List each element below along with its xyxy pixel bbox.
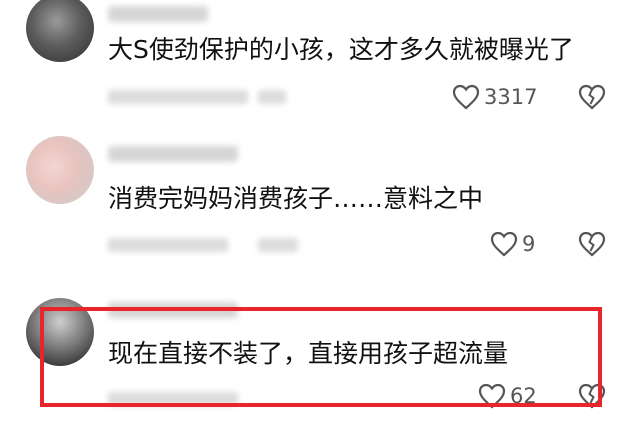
dislike-button[interactable] — [578, 84, 606, 110]
highlight-box — [40, 307, 602, 407]
like-count: 3317 — [484, 85, 538, 109]
comment-meta-redacted — [108, 238, 228, 252]
comment-text: 大S使劲保护的小孩，这才多久就被曝光了 — [108, 35, 574, 64]
username-redacted — [108, 146, 238, 162]
comment-meta-redacted — [108, 90, 248, 104]
comment-text: 消费完妈妈消费孩子……意料之中 — [108, 184, 484, 213]
heart-outline-icon — [452, 84, 480, 110]
broken-heart-icon — [578, 231, 606, 257]
avatar[interactable] — [26, 136, 94, 204]
like-button[interactable]: 3317 — [452, 84, 537, 110]
dislike-button[interactable] — [578, 231, 606, 257]
like-count: 9 — [522, 232, 536, 256]
reply-button[interactable] — [258, 90, 286, 104]
broken-heart-icon — [578, 84, 606, 110]
username-redacted — [108, 6, 208, 22]
like-button[interactable]: 9 — [490, 231, 535, 257]
avatar[interactable] — [26, 0, 94, 62]
heart-outline-icon — [490, 231, 518, 257]
reply-button[interactable] — [258, 238, 298, 252]
